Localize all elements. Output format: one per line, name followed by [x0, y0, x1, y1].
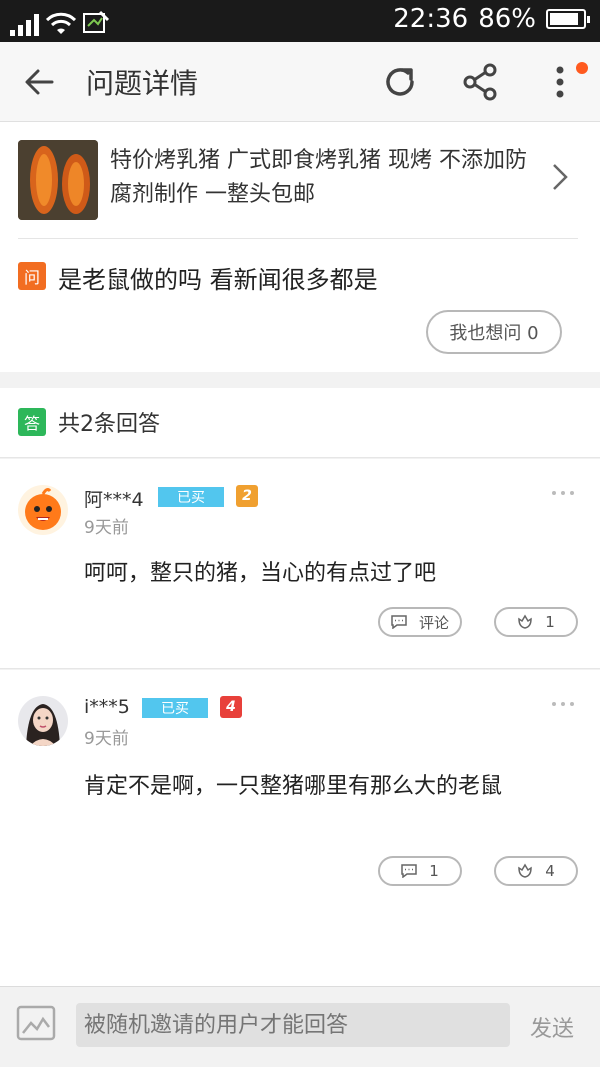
answer-time: 9天前: [84, 518, 129, 538]
vip-level: 4: [226, 699, 236, 715]
answer-input-bar: 发送: [0, 986, 600, 1067]
divider: [18, 238, 578, 239]
more-menu-button[interactable]: [546, 62, 588, 102]
comment-icon: [401, 864, 417, 878]
comment-icon: [391, 615, 407, 629]
bought-badge: 已买: [142, 698, 208, 718]
page-title: 问题详情: [86, 67, 199, 100]
wifi-icon: [46, 12, 76, 34]
like-count: 1: [545, 613, 555, 631]
status-bar: 22:36 86%: [0, 0, 600, 42]
signal-icon: [10, 14, 39, 36]
more-options-icon[interactable]: [552, 702, 574, 708]
answer-input[interactable]: [76, 1003, 510, 1047]
product-title[interactable]: 特价烤乳猪 广式即食烤乳猪 现烤 不添加防腐剂制作 一整头包邮: [110, 144, 540, 212]
answer-item: i***5 已买 4 9天前 肯定不是啊，一只整猪哪里有那么大的老鼠 1 4: [0, 670, 600, 986]
vip-level-badge: 2: [236, 485, 258, 507]
question-card: 特价烤乳猪 广式即食烤乳猪 现烤 不添加防腐剂制作 一整头包邮 问 是老鼠做的吗…: [0, 122, 600, 372]
like-button[interactable]: 1: [494, 607, 578, 637]
refresh-icon[interactable]: [380, 62, 420, 102]
mascot-avatar-icon: [18, 485, 68, 535]
answer-badge: 答: [18, 408, 46, 436]
flower-like-icon: [518, 614, 532, 629]
like-count: 4: [545, 862, 555, 880]
answer-time: 9天前: [84, 729, 129, 749]
comment-count: 1: [429, 862, 439, 880]
comment-button[interactable]: 1: [378, 856, 462, 886]
app-header: 问题详情: [0, 42, 600, 122]
send-button[interactable]: 发送: [530, 1011, 574, 1043]
notification-icon: [83, 10, 110, 33]
notification-dot: [576, 62, 588, 74]
more-options-icon[interactable]: [552, 491, 574, 497]
comment-label: 评论: [418, 613, 449, 632]
username[interactable]: 阿***4: [84, 485, 144, 512]
product-thumbnail[interactable]: [18, 140, 98, 220]
battery-percent: 86%: [478, 4, 536, 34]
chevron-right-icon[interactable]: [550, 162, 570, 192]
answer-item: 阿***4 已买 2 9天前 呵呵，整只的猪，当心的有点过了吧 评论 1: [0, 459, 600, 669]
status-icons-left: [10, 6, 110, 36]
like-button[interactable]: 4: [494, 856, 578, 886]
roast-pig-image: [18, 140, 98, 220]
answer-count: 共2条回答: [58, 412, 160, 437]
share-icon[interactable]: [460, 62, 500, 102]
battery-icon: [546, 9, 590, 29]
image-upload-icon[interactable]: [16, 1005, 56, 1041]
question-text: 是老鼠做的吗 看新闻很多都是: [58, 266, 378, 294]
back-arrow-icon[interactable]: [22, 64, 58, 100]
status-icons-right: 22:36 86%: [393, 4, 590, 34]
avatar[interactable]: [18, 485, 68, 535]
flower-like-icon: [518, 863, 532, 878]
answer-text: 呵呵，整只的猪，当心的有点过了吧: [84, 561, 437, 586]
vip-level: 2: [242, 488, 252, 504]
clock: 22:36: [393, 4, 469, 34]
avatar[interactable]: [18, 696, 68, 746]
user-photo-avatar: [18, 696, 68, 746]
question-badge: 问: [18, 262, 46, 290]
answer-text: 肯定不是啊，一只整猪哪里有那么大的老鼠: [84, 774, 503, 799]
answers-header: 答 共2条回答: [0, 388, 600, 458]
bought-badge: 已买: [158, 487, 224, 507]
comment-button[interactable]: 评论: [378, 607, 462, 637]
ask-too-button[interactable]: 我也想问 0: [426, 310, 562, 354]
username[interactable]: i***5: [84, 696, 130, 718]
vip-level-badge: 4: [220, 696, 242, 718]
